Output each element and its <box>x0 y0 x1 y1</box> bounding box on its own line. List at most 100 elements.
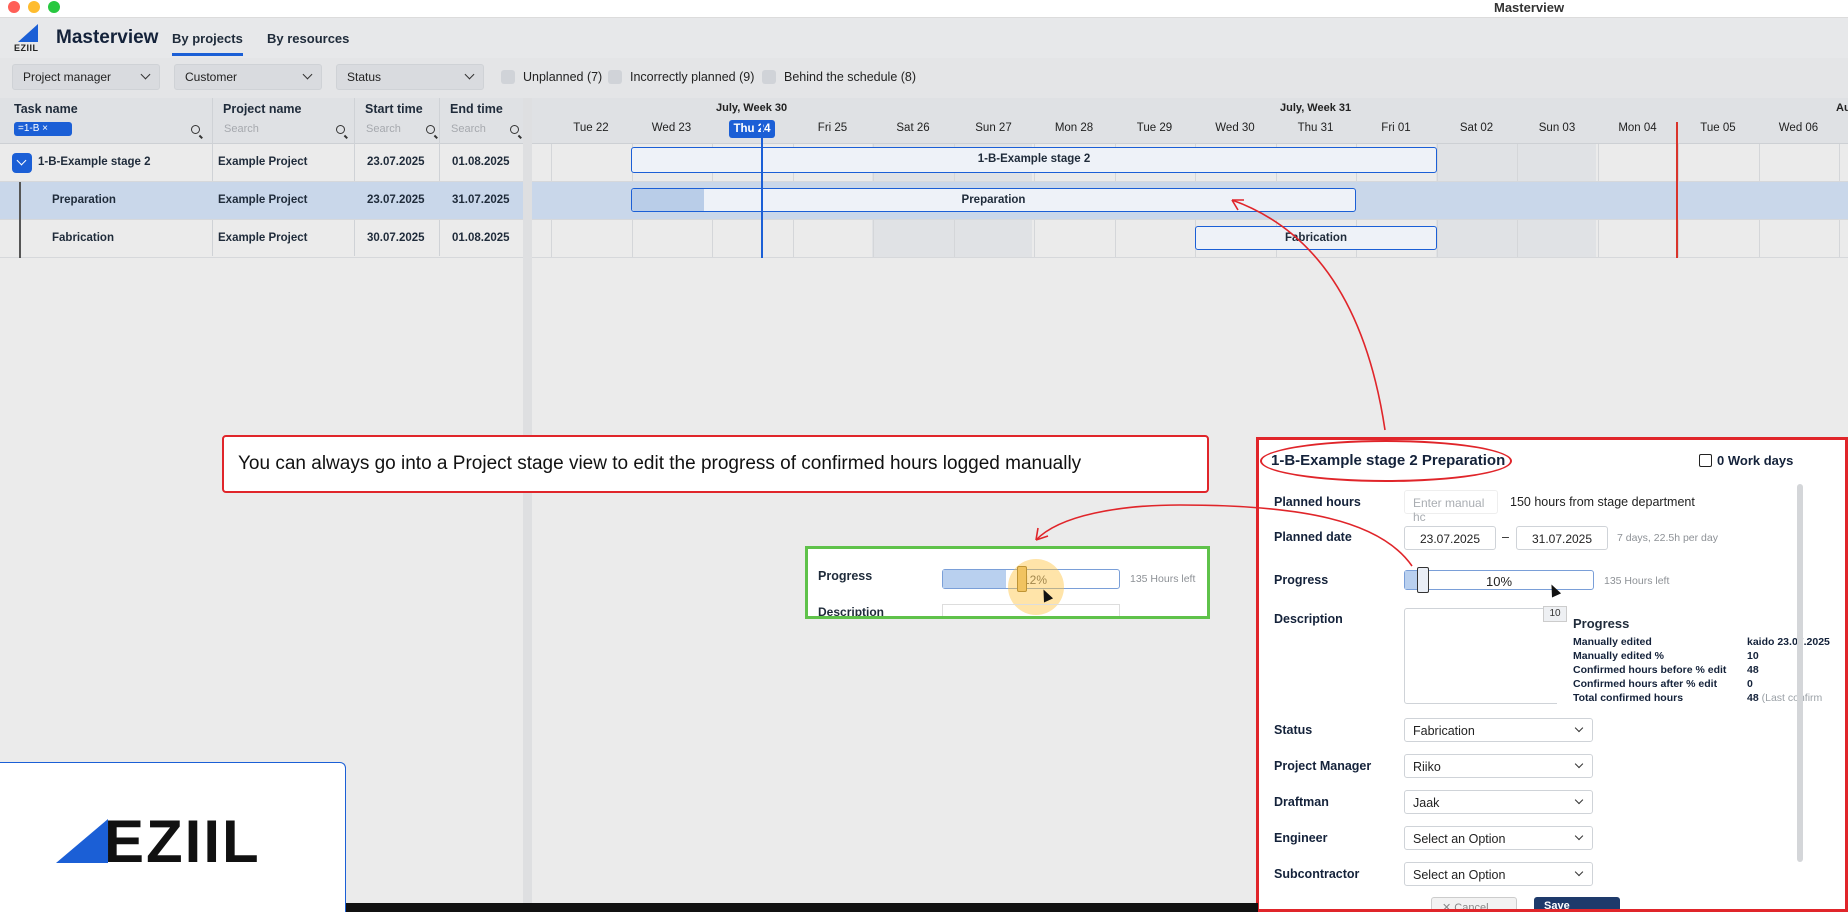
tab-by-projects[interactable]: By projects <box>172 31 243 56</box>
tab-by-resources[interactable]: By resources <box>267 31 349 53</box>
progress-slider[interactable]: 10% <box>1404 567 1594 593</box>
window-bottom-edge <box>346 903 1258 912</box>
planned-date-note: 7 days, 22.5h per day <box>1617 532 1718 544</box>
tutorial-callout: You can always go into a Project stage v… <box>222 435 1209 493</box>
incorrectly-planned-label: Incorrectly planned (9) <box>630 70 755 84</box>
search-icon[interactable] <box>426 125 435 134</box>
day-label: Sat 26 <box>896 122 930 134</box>
zoom-progress-label: Progress <box>818 569 873 583</box>
logo-text: EZIIL <box>14 43 39 53</box>
page-title: Masterview <box>56 27 159 48</box>
gantt-bar-stage[interactable]: 1-B-Example stage 2 <box>631 147 1437 173</box>
zoom-progress-fill <box>943 570 1007 588</box>
progress-slider-handle[interactable] <box>1417 567 1429 593</box>
cancel-button[interactable]: ✕ Cancel <box>1431 897 1517 909</box>
progress-tooltip: Progress Manually edited kaido 23.07.202… <box>1557 612 1845 712</box>
table-row[interactable]: Fabrication Example Project 30.07.2025 0… <box>0 220 1848 258</box>
engineer-dropdown[interactable]: Select an Option <box>1404 826 1593 850</box>
tooltip-value-note: (Last confirm <box>1761 692 1823 704</box>
customer-select[interactable]: Customer <box>174 64 322 90</box>
day-label: Thu 31 <box>1297 122 1334 134</box>
grid-header: Task name Project name Start time End ti… <box>0 98 1848 144</box>
chevron-down-icon <box>1574 759 1584 769</box>
project-manager-select[interactable]: Project manager <box>12 64 160 90</box>
draftman-dropdown-value: Jaak <box>1413 796 1440 810</box>
search-icon[interactable] <box>191 125 200 134</box>
panel-scrollbar[interactable] <box>1797 484 1803 862</box>
search-icon[interactable] <box>336 125 345 134</box>
column-header-end-time[interactable]: End time <box>450 102 503 116</box>
close-window-button[interactable] <box>8 1 20 13</box>
planned-date-to-input[interactable]: 31.07.2025 <box>1516 526 1608 550</box>
tooltip-row-label: Total confirmed hours <box>1573 692 1684 704</box>
day-label: Sun 27 <box>975 122 1012 134</box>
chevron-down-icon <box>1574 723 1584 733</box>
tooltip-row-label: Confirmed hours before % edit <box>1573 664 1727 676</box>
arrowhead <box>1035 527 1049 541</box>
calendar-icon <box>1699 454 1712 467</box>
today-marker: Thu 24 <box>729 120 775 138</box>
column-header-task-name[interactable]: Task name <box>14 102 78 116</box>
day-label: Fri 25 <box>817 122 848 134</box>
incorrectly-planned-checkbox[interactable] <box>608 70 622 84</box>
gantt-bar-preparation[interactable]: Preparation <box>631 188 1356 212</box>
brand-wordmark: EZIIL <box>104 808 261 875</box>
callout-text: You can always go into a Project stage v… <box>238 453 1082 474</box>
draftman-label: Draftman <box>1274 795 1329 809</box>
panel-title: 1-B-Example stage 2 Preparation <box>1271 452 1506 469</box>
search-icon[interactable] <box>510 125 519 134</box>
behind-schedule-checkbox[interactable] <box>762 70 776 84</box>
task-name-cell: Preparation <box>52 194 116 206</box>
week-label-30: July, Week 30 <box>716 102 788 114</box>
progress-label: Progress <box>1274 573 1329 587</box>
description-textarea[interactable] <box>1404 608 1564 704</box>
pane-splitter[interactable] <box>523 98 532 904</box>
column-header-start-time[interactable]: Start time <box>365 102 423 116</box>
subcontractor-dropdown-value: Select an Option <box>1413 868 1506 882</box>
tree-line <box>19 182 21 220</box>
end-time-cell: 01.08.2025 <box>452 232 510 244</box>
status-select[interactable]: Status <box>336 64 484 90</box>
project-search-input[interactable]: Search <box>224 123 259 135</box>
gantt-bar-label: 1-B-Example stage 2 <box>977 153 1091 165</box>
start-time-cell: 23.07.2025 <box>367 194 425 206</box>
end-time-cell: 01.08.2025 <box>452 156 510 168</box>
day-label: Mon 04 <box>1618 122 1657 134</box>
end-search-input[interactable]: Search <box>451 123 486 135</box>
day-label: Wed 06 <box>1778 122 1819 134</box>
status-select-label: Status <box>347 70 382 84</box>
start-time-cell: 23.07.2025 <box>367 156 425 168</box>
planned-date-from-input[interactable]: 23.07.2025 <box>1404 526 1496 550</box>
column-header-project-name[interactable]: Project name <box>223 102 302 116</box>
tooltip-row-value: 10 <box>1747 650 1759 662</box>
unplanned-label: Unplanned (7) <box>523 70 603 84</box>
start-time-cell: 30.07.2025 <box>367 232 425 244</box>
save-button[interactable]: Save <box>1534 897 1620 909</box>
tooltip-row-value: 48 <box>1747 664 1759 676</box>
gantt-bar-label: Fabrication <box>1285 232 1347 244</box>
task-filter-chip[interactable]: =1-B × <box>14 122 72 136</box>
status-dropdown[interactable]: Fabrication <box>1404 718 1593 742</box>
subcontractor-dropdown[interactable]: Select an Option <box>1404 862 1593 886</box>
minimize-window-button[interactable] <box>28 1 40 13</box>
planned-hours-input[interactable]: Enter manual hc <box>1404 490 1498 524</box>
app-header: EZIIL Masterview By projects By resource… <box>0 18 1848 58</box>
start-search-input[interactable]: Search <box>366 123 401 135</box>
project-manager-dropdown[interactable]: Riiko <box>1404 754 1593 778</box>
day-label: Wed 30 <box>1215 122 1255 134</box>
maximize-window-button[interactable] <box>48 1 60 13</box>
stage-detail-panel: 1-B-Example stage 2 Preparation 0 Work d… <box>1256 437 1848 912</box>
tooltip-row-label: Confirmed hours after % edit <box>1573 678 1718 690</box>
draftman-dropdown[interactable]: Jaak <box>1404 790 1593 814</box>
zoomed-progress-box: Progress 12% 135 Hours left Description <box>805 546 1210 619</box>
gantt-bar-fabrication[interactable]: Fabrication <box>1195 226 1437 250</box>
tooltip-row-label: Manually edited % <box>1573 650 1665 662</box>
collapse-toggle-icon[interactable] <box>12 153 32 173</box>
planned-hours-note: 150 hours from stage department <box>1510 495 1695 509</box>
day-label: Sat 02 <box>1459 122 1494 134</box>
chevron-down-icon <box>1574 867 1584 877</box>
gantt-bar-progress-fill <box>632 189 705 211</box>
unplanned-checkbox[interactable] <box>501 70 515 84</box>
day-label: Tue 29 <box>1136 122 1173 134</box>
day-label: Mon 28 <box>1054 122 1094 134</box>
